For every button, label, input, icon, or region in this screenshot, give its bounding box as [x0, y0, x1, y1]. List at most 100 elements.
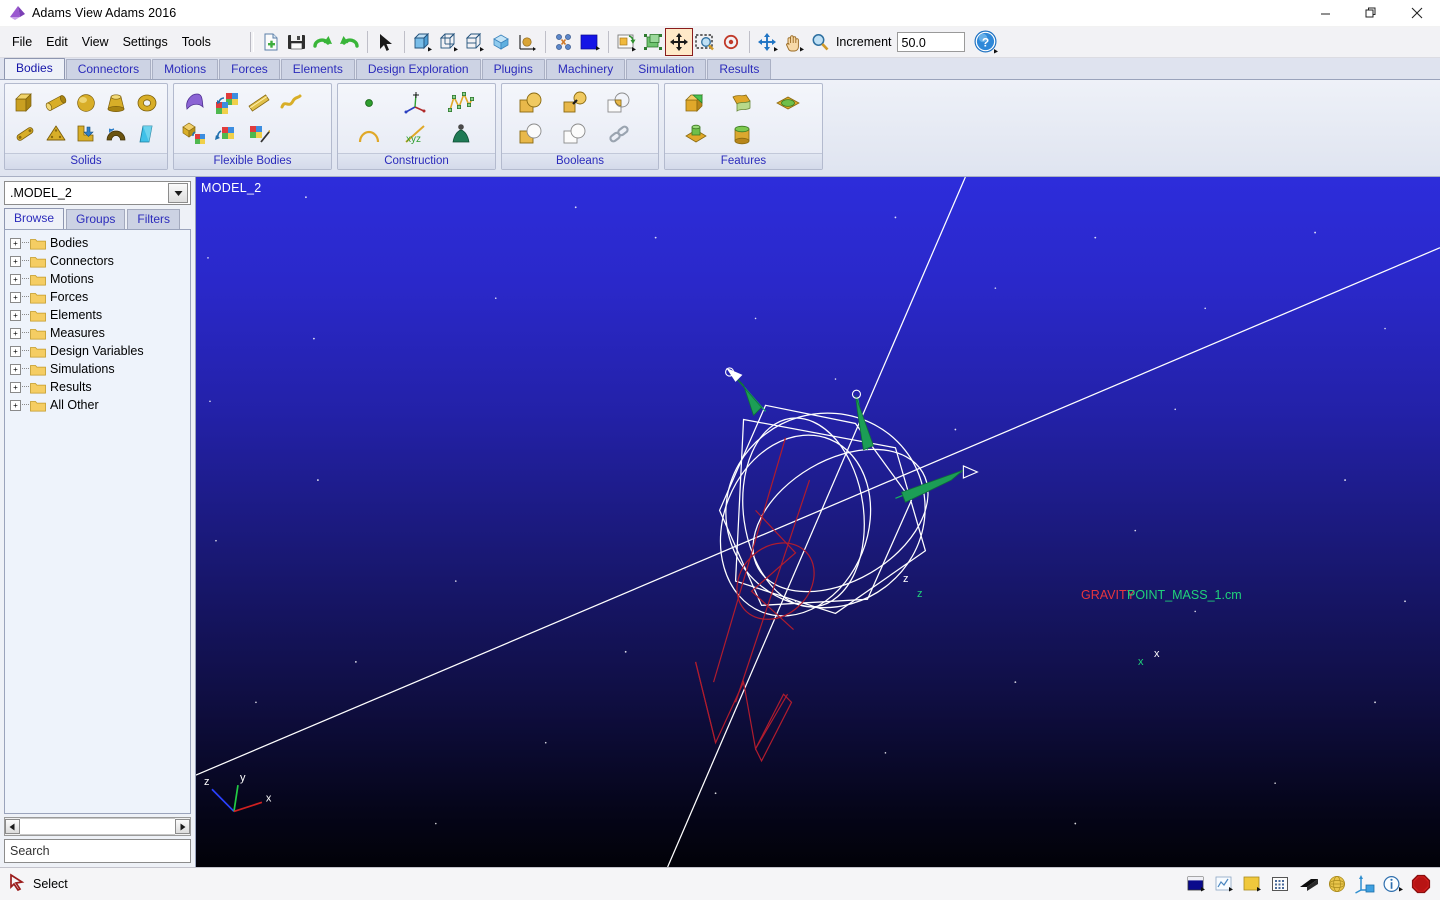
boolean-chain-icon[interactable]	[604, 119, 634, 149]
expand-icon[interactable]: +	[10, 237, 21, 249]
maximize-restore-button[interactable]	[1348, 0, 1394, 26]
save-database-button[interactable]	[284, 29, 310, 55]
boolean-merge-icon[interactable]	[560, 88, 590, 118]
tab-bodies[interactable]: Bodies	[4, 58, 65, 79]
flex-to-rigid-icon[interactable]	[180, 119, 210, 149]
contour-icon[interactable]	[446, 119, 476, 149]
scroll-left-icon[interactable]	[5, 819, 20, 834]
tab-design-exploration[interactable]: Design Exploration	[355, 59, 481, 79]
frustum-solid-icon[interactable]	[102, 88, 130, 118]
tree-node-design-variables[interactable]: + Design Variables	[5, 342, 190, 360]
tree-node-bodies[interactable]: + Bodies	[5, 234, 190, 252]
tab-motions[interactable]: Motions	[152, 59, 219, 79]
boss-feature-icon[interactable]	[681, 119, 711, 149]
scroll-right-icon[interactable]	[175, 819, 190, 834]
tab-simulation[interactable]: Simulation	[626, 59, 707, 79]
sidebar-tab-browse[interactable]: Browse	[4, 208, 65, 229]
fit-view-button[interactable]	[640, 29, 666, 55]
status-info-button[interactable]	[1380, 872, 1405, 896]
tab-machinery[interactable]: Machinery	[545, 59, 626, 79]
tree-node-connectors[interactable]: + Connectors	[5, 252, 190, 270]
marker-point-icon[interactable]	[354, 88, 384, 118]
boolean-intersect-icon[interactable]	[604, 88, 634, 118]
shaded-render-button[interactable]	[410, 29, 436, 55]
center-view-button[interactable]	[718, 29, 744, 55]
fillet-feature-icon[interactable]	[681, 88, 711, 118]
sphere-solid-icon[interactable]	[72, 88, 100, 118]
flex-edit-icon[interactable]	[244, 119, 274, 149]
flex-body-icon[interactable]	[180, 88, 210, 118]
discrete-flex-link-icon[interactable]	[276, 88, 306, 118]
select-tool-button[interactable]	[373, 29, 399, 55]
status-render-mode-button[interactable]	[1184, 872, 1209, 896]
beam-flex-icon[interactable]	[244, 88, 274, 118]
translate-view-button[interactable]	[664, 28, 693, 56]
expand-icon[interactable]: +	[10, 345, 21, 357]
tree-node-measures[interactable]: + Measures	[5, 324, 190, 342]
zoom-view-button[interactable]	[807, 29, 833, 55]
redo-button[interactable]	[310, 29, 336, 55]
tab-plugins[interactable]: Plugins	[481, 59, 545, 79]
model-selector-combo[interactable]: .MODEL_2	[4, 181, 191, 205]
polyline-spline-icon[interactable]	[446, 88, 476, 118]
help-button[interactable]: ?	[973, 29, 999, 55]
rigid-to-flex-icon[interactable]	[212, 88, 242, 118]
box-solid-icon[interactable]	[11, 88, 39, 118]
hollow-feature-icon[interactable]	[773, 88, 803, 118]
tree-horizontal-scrollbar[interactable]	[4, 817, 191, 836]
3d-viewport[interactable]: MODEL_2 z y x GRAVITY POINT_MASS_1.cm z …	[196, 177, 1440, 867]
expand-icon[interactable]: +	[10, 273, 21, 285]
expand-icon[interactable]: +	[10, 327, 21, 339]
expand-icon[interactable]: +	[10, 255, 21, 267]
tree-node-motions[interactable]: + Motions	[5, 270, 190, 288]
tab-elements[interactable]: Elements	[280, 59, 355, 79]
extrude-feature-icon[interactable]	[727, 119, 757, 149]
tab-results[interactable]: Results	[707, 59, 772, 79]
boolean-unite-icon[interactable]	[516, 88, 546, 118]
revolution-solid-icon[interactable]	[102, 119, 130, 149]
flex-swap-icon[interactable]	[212, 119, 242, 149]
icon-visibility-button[interactable]	[514, 29, 540, 55]
chevron-down-icon[interactable]	[168, 183, 188, 203]
model-tree[interactable]: + Bodies + Connectors + Motions + Forces…	[4, 229, 191, 814]
sidebar-tab-filters[interactable]: Filters	[127, 209, 181, 229]
cylinder-solid-icon[interactable]	[41, 88, 69, 118]
wireframe-render-button[interactable]	[436, 29, 462, 55]
menu-file[interactable]: File	[6, 32, 38, 52]
scroll-track[interactable]	[20, 818, 175, 835]
boolean-split-icon[interactable]	[560, 119, 590, 149]
tree-node-elements[interactable]: + Elements	[5, 306, 190, 324]
menu-view[interactable]: View	[76, 32, 115, 52]
chamfer-feature-icon[interactable]	[727, 88, 757, 118]
menu-settings[interactable]: Settings	[117, 32, 174, 52]
arc-curve-icon[interactable]	[354, 119, 384, 149]
status-axis-view-button[interactable]	[1352, 872, 1377, 896]
torus-solid-icon[interactable]	[133, 88, 161, 118]
hidden-line-render-button[interactable]	[462, 29, 488, 55]
status-globe-button[interactable]	[1324, 872, 1349, 896]
link-solid-icon[interactable]	[11, 119, 39, 149]
depth-cue-button[interactable]	[551, 29, 577, 55]
zoom-box-button[interactable]	[692, 29, 718, 55]
expand-icon[interactable]: +	[10, 381, 21, 393]
search-input[interactable]: Search	[4, 839, 191, 863]
xyz-curve-icon[interactable]: xyz	[400, 119, 430, 149]
window-layout-button[interactable]	[614, 29, 640, 55]
plane-solid-icon[interactable]	[133, 119, 161, 149]
plate-solid-icon[interactable]	[41, 119, 69, 149]
expand-icon[interactable]: +	[10, 399, 21, 411]
undo-button[interactable]	[336, 29, 362, 55]
menu-edit[interactable]: Edit	[40, 32, 74, 52]
boolean-subtract-icon[interactable]	[516, 119, 546, 149]
status-yellow-panel-button[interactable]	[1240, 872, 1265, 896]
minimize-button[interactable]	[1302, 0, 1348, 26]
status-stop-button[interactable]	[1408, 872, 1433, 896]
rotate-view-button[interactable]	[755, 29, 781, 55]
expand-icon[interactable]: +	[10, 309, 21, 321]
status-view-angle-button[interactable]	[1296, 872, 1321, 896]
new-model-button[interactable]	[258, 29, 284, 55]
render-mode-button[interactable]	[488, 29, 514, 55]
tab-forces[interactable]: Forces	[219, 59, 280, 79]
tree-node-simulations[interactable]: + Simulations	[5, 360, 190, 378]
construction-line-icon[interactable]	[400, 88, 430, 118]
